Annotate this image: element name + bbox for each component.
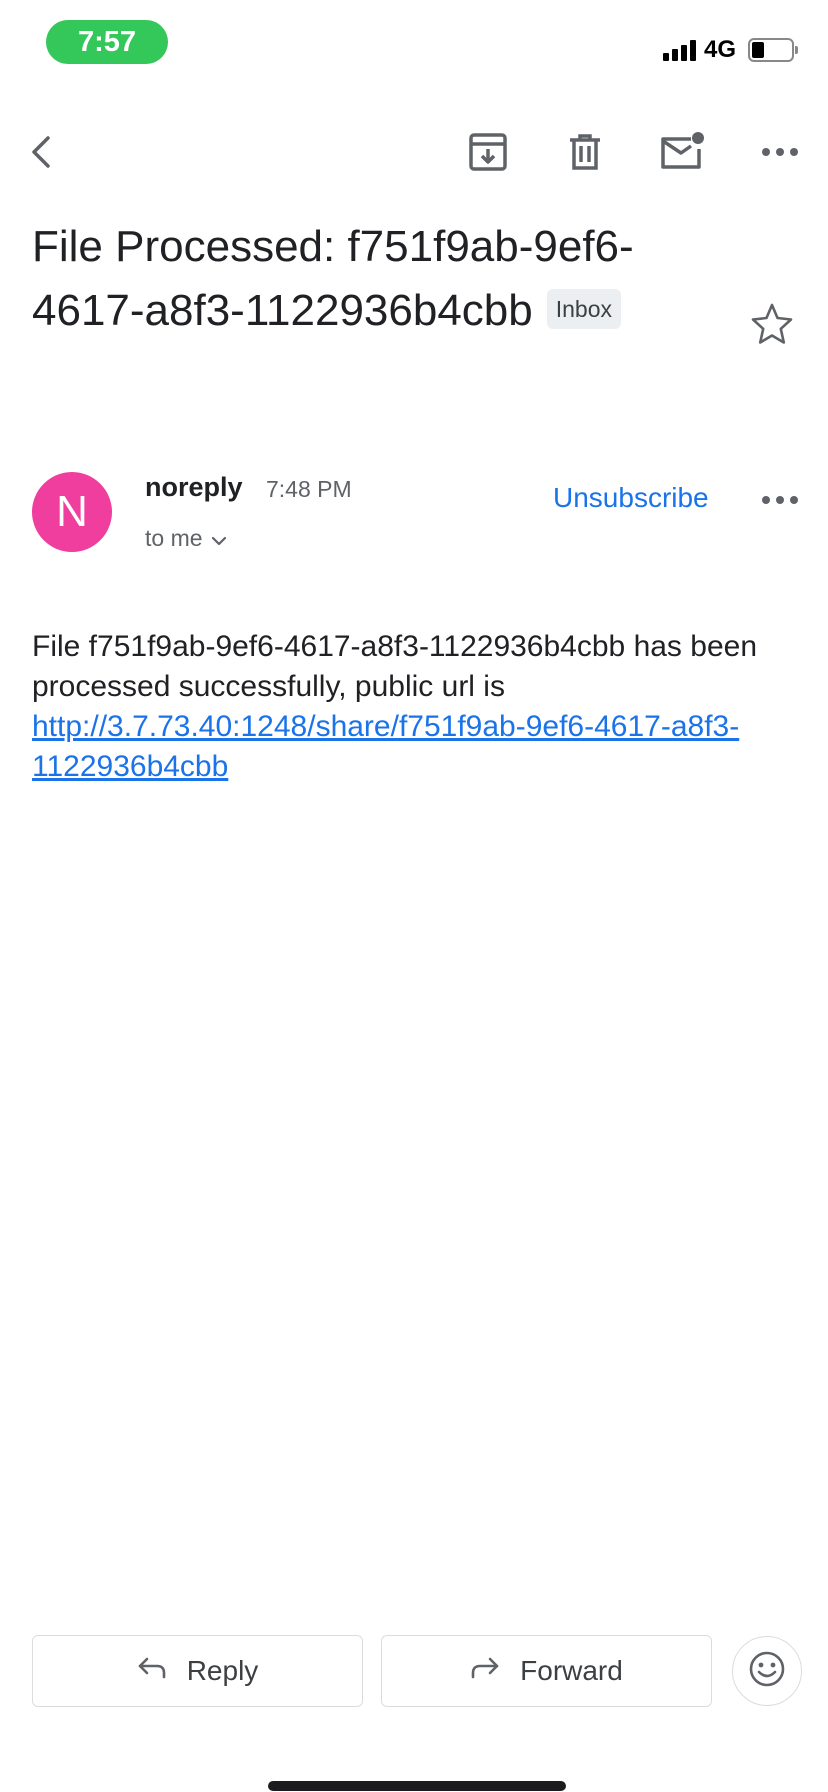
recipient-toggle[interactable]: to me <box>145 525 227 552</box>
status-time: 7:57 <box>46 20 168 64</box>
battery-icon <box>748 38 798 62</box>
reply-label: Reply <box>186 1655 259 1686</box>
sender-name: noreply <box>145 472 243 502</box>
avatar-initial: N <box>56 487 88 536</box>
reply-icon <box>137 1655 167 1687</box>
home-indicator[interactable] <box>268 1781 566 1791</box>
signal-icon <box>662 39 696 61</box>
message-more-icon[interactable] <box>752 472 808 528</box>
email-view: 7:57 4G File Processed: f751f9ab-9ef6-46… <box>0 0 828 1792</box>
status-indicators: 4G <box>662 36 798 64</box>
delete-icon[interactable] <box>557 124 613 180</box>
reply-button[interactable]: Reply <box>32 1635 363 1707</box>
email-subject: File Processed: f751f9ab-9ef6-4617-a8f3-… <box>32 215 722 343</box>
star-icon[interactable] <box>748 300 796 348</box>
inbox-label[interactable]: Inbox <box>546 289 622 330</box>
forward-button[interactable]: Forward <box>381 1635 712 1707</box>
mark-unread-icon[interactable] <box>654 124 710 180</box>
avatar[interactable]: N <box>32 472 112 552</box>
archive-icon[interactable] <box>460 124 516 180</box>
subject-text: File Processed: f751f9ab-9ef6-4617-a8f3-… <box>32 222 634 335</box>
emoji-reaction-button[interactable] <box>732 1636 802 1706</box>
network-type: 4G <box>703 36 736 63</box>
chevron-down-icon <box>211 525 227 552</box>
public-url-link[interactable]: http://3.7.73.40:1248/share/f751f9ab-9ef… <box>32 710 739 783</box>
smiley-icon <box>748 1650 786 1693</box>
forward-label: Forward <box>520 1655 623 1686</box>
sent-time: 7:48 PM <box>266 476 352 502</box>
recipient-text: to me <box>145 525 203 551</box>
email-body: File f751f9ab-9ef6-4617-a8f3-1122936b4cb… <box>32 627 792 787</box>
body-text: File f751f9ab-9ef6-4617-a8f3-1122936b4cb… <box>32 630 758 703</box>
back-icon[interactable] <box>14 124 70 180</box>
status-time-text: 7:57 <box>77 25 137 58</box>
more-icon[interactable] <box>752 124 808 180</box>
unsubscribe-button[interactable]: Unsubscribe <box>553 482 709 514</box>
forward-icon <box>470 1655 500 1687</box>
